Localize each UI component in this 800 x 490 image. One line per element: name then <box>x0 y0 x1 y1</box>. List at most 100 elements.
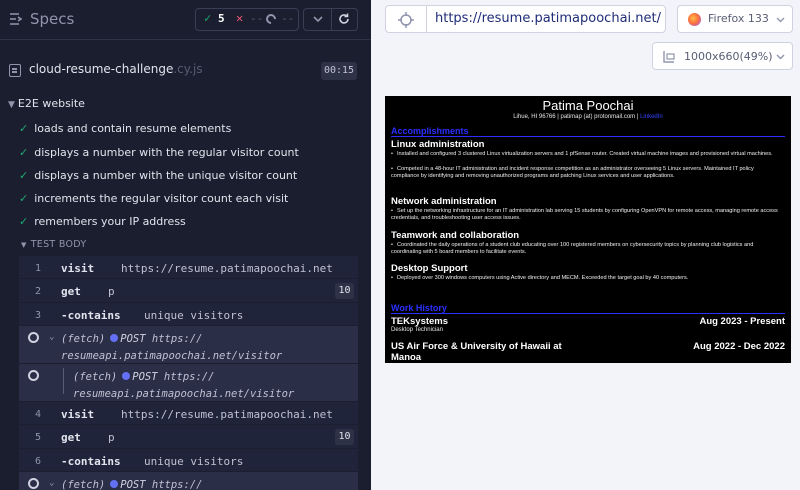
command-arg: unique visitors <box>144 309 244 322</box>
job-dates: Aug 2022 - Dec 2022 <box>693 341 785 352</box>
section-divider <box>391 136 785 137</box>
command-arg: https://resume.patimapoochai.net <box>121 262 333 275</box>
command-name: -contains <box>61 309 121 322</box>
job-role: Desktop Technician <box>391 327 443 333</box>
pending-spinner-icon <box>263 11 279 27</box>
command-log-panel: Specs ✓ 5 ✕ -- -- cloud-resume-challenge… <box>0 0 371 490</box>
spec-file-name[interactable]: cloud-resume-challenge.cy.js <box>29 62 203 76</box>
check-icon: ✓ <box>19 146 29 159</box>
specs-title[interactable]: Specs <box>30 10 74 28</box>
command-number: 2 <box>35 286 42 297</box>
command-row[interactable]: 2 get p 10 <box>19 279 358 302</box>
test-item[interactable]: ✓ displays a number with the regular visi… <box>19 146 299 159</box>
firefox-icon <box>688 13 701 26</box>
test-item[interactable]: ✓ displays a number with the unique visit… <box>19 169 297 182</box>
specs-list-icon[interactable] <box>8 11 24 27</box>
chevron-down-icon: ⌄ <box>49 332 55 342</box>
bullet: • Installed and configured 3 clustered Li… <box>391 151 773 157</box>
section-title: Work History <box>391 303 447 313</box>
job-company: TEKsystems <box>391 316 449 327</box>
resume-page: Patima Poochai Lihue, HI 96766 | patimap… <box>385 96 791 363</box>
request-dot-icon <box>110 480 119 488</box>
command-arg: https://resume.patimapoochai.net <box>121 408 333 421</box>
bullet: • Set up the networking infrastructure fo… <box>391 208 778 221</box>
check-icon: ✓ <box>19 192 29 205</box>
check-icon: ✓ <box>19 122 29 135</box>
fetch-text: (fetch) POST https:// resumeapi.patimapoo… <box>61 333 283 362</box>
viewport-label: 1000x660(49%) <box>684 50 773 63</box>
suite-title[interactable]: ▼ E2E website <box>8 97 85 110</box>
command-row[interactable]: 4 visit https://resume.patimapoochai.net <box>19 402 358 424</box>
rerun-icon[interactable] <box>337 12 351 26</box>
pending-count: -- <box>281 12 295 25</box>
url-bar[interactable]: https://resume.patimapoochai.net/ <box>385 5 666 33</box>
resume-contact: Lihue, HI 96766 | patimap (at) protonmai… <box>513 114 663 120</box>
job-dates: Aug 2023 - Present <box>699 316 785 327</box>
command-arg: p <box>108 431 115 444</box>
command-name: -contains <box>61 455 121 468</box>
test-item[interactable]: ✓ remembers your IP address <box>19 215 186 228</box>
loading-spinner-icon <box>28 370 39 381</box>
url-text[interactable]: https://resume.patimapoochai.net/ <box>435 11 661 26</box>
chevron-down-icon[interactable] <box>311 12 325 26</box>
spec-duration: 00:15 <box>321 62 357 80</box>
command-name: get <box>61 431 81 444</box>
command-row[interactable]: 6 -contains unique visitors <box>19 449 358 471</box>
fetch-log-row[interactable]: ⌄ (fetch) POST https:// <box>19 472 358 490</box>
fetch-log-row[interactable]: ⌄ (fetch) POST https:// resumeapi.patimap… <box>19 326 358 363</box>
command-row[interactable]: 1 visit https://resume.patimapoochai.net <box>19 256 358 278</box>
caret-down-icon: ▼ <box>21 241 27 249</box>
bullet: • Competed in a 48-hour IT administration… <box>391 166 754 179</box>
browser-selector[interactable]: Firefox 133 <box>677 5 793 33</box>
browser-label: Firefox 133 <box>708 12 769 25</box>
command-name: visit <box>61 262 95 275</box>
element-count-badge: 10 <box>335 283 354 299</box>
command-arg: unique visitors <box>144 455 244 468</box>
command-number: 6 <box>35 456 42 467</box>
document-icon <box>9 64 21 77</box>
fetch-log-row[interactable]: (fetch) POST https:// resumeapi.patimapoo… <box>19 364 358 401</box>
linkedin-link[interactable]: LinkedIn <box>640 114 663 120</box>
selector-playground-icon[interactable] <box>398 12 414 28</box>
passed-count: 5 <box>218 12 225 25</box>
command-number: 5 <box>35 432 42 443</box>
element-count-badge: 10 <box>335 429 354 445</box>
spec-file-bar: cloud-resume-challenge.cy.js 00:15 <box>0 55 371 85</box>
check-icon: ✓ <box>19 169 29 182</box>
section-title: Accomplishments <box>391 126 469 136</box>
command-name: visit <box>61 408 95 421</box>
command-number: 3 <box>35 310 42 321</box>
command-row[interactable]: 5 get p 10 <box>19 425 358 448</box>
command-arg: p <box>108 285 115 298</box>
passed-check-icon: ✓ <box>204 11 212 25</box>
test-stats: ✓ 5 ✕ -- -- <box>195 8 299 31</box>
skill-heading: Linux administration <box>391 139 485 150</box>
command-row[interactable]: 3 -contains unique visitors <box>19 303 358 325</box>
request-dot-icon <box>122 372 131 380</box>
resume-name: Patima Poochai <box>542 98 634 113</box>
chevron-down-icon <box>776 17 785 23</box>
nesting-line <box>63 368 64 394</box>
divider <box>426 6 427 32</box>
runner-controls <box>303 8 358 31</box>
app-under-test-panel: https://resume.patimapoochai.net/ Firefo… <box>371 0 800 490</box>
bullet: • Deployed over 300 windows computers usi… <box>391 275 689 281</box>
skill-heading: Desktop Support <box>391 263 468 274</box>
fetch-text: (fetch) POST https:// <box>61 479 203 490</box>
loading-spinner-icon <box>28 478 39 489</box>
test-item[interactable]: ✓ loads and contain resume elements <box>19 122 231 135</box>
failed-x-icon: ✕ <box>236 11 244 25</box>
caret-down-icon: ▼ <box>8 100 15 110</box>
command-number: 4 <box>35 409 42 420</box>
test-body-header[interactable]: ▼ TEST BODY <box>21 239 86 250</box>
skill-heading: Network administration <box>391 196 497 207</box>
section-divider <box>391 313 785 314</box>
viewport-icon <box>663 51 675 63</box>
viewport-selector[interactable]: 1000x660(49%) <box>652 42 793 70</box>
command-name: get <box>61 285 81 298</box>
fetch-text: (fetch) POST https:// resumeapi.patimapoo… <box>73 371 295 400</box>
request-dot-icon <box>110 334 119 342</box>
chevron-down-icon: ⌄ <box>49 478 55 488</box>
failed-count: -- <box>250 12 264 25</box>
test-item[interactable]: ✓ increments the regular visitor count ea… <box>19 192 288 205</box>
